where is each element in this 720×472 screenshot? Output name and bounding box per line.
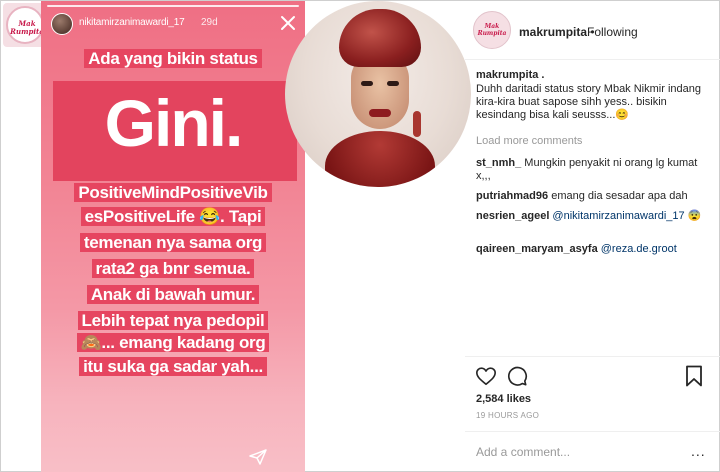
comment-mention[interactable]: @reza.de.groot	[598, 243, 677, 255]
photo-lips	[369, 109, 391, 117]
story-line-9: 🙈... emang kadang org	[41, 333, 305, 353]
comment-item: st_nmh_ Mungkin penyakit ni orang lg kum…	[476, 157, 712, 183]
send-icon[interactable]	[249, 449, 267, 465]
header-divider	[465, 59, 720, 60]
add-comment-input[interactable]: Add a comment...	[476, 445, 570, 459]
account-username-text[interactable]: makrumpita	[519, 25, 587, 39]
story-progress-bar	[47, 5, 299, 7]
caption-text: Duhh daritadi status story Mbak Nikmir i…	[476, 83, 701, 121]
close-icon[interactable]	[279, 14, 297, 32]
story-line-8: Lebih tepat nya pedopil	[41, 311, 305, 331]
story-line-10-text: itu suka ga sadar yah...	[79, 357, 267, 376]
comment-username[interactable]: qaireen_maryam_asyfa	[476, 243, 598, 255]
bookmark-icon[interactable]	[685, 365, 703, 387]
likes-count[interactable]: 2,584 likes	[476, 393, 531, 405]
comment-text: 😨	[684, 210, 702, 222]
heart-icon[interactable]	[475, 365, 497, 387]
load-more-comments[interactable]: Load more comments	[476, 135, 582, 147]
story-line-1-text: Ada yang bikin status	[84, 49, 262, 68]
story-line-4: esPositiveLife 😂. Tapi	[41, 207, 305, 227]
comment-username[interactable]: nesrien_ageel	[476, 210, 549, 222]
account-avatar[interactable]: Mak Rumpita	[473, 11, 511, 49]
logo-ring: Mak Rumpita	[6, 6, 44, 44]
photo-turban	[339, 9, 421, 67]
story-line-7-text: Anak di bawah umur.	[86, 285, 260, 304]
caption-username[interactable]: makrumpita .	[476, 69, 544, 81]
story-line-5: temenan nya sama org	[41, 233, 305, 253]
story-line-3-text: PositiveMindPositiveVib	[74, 183, 272, 202]
instagram-post-frame: Mak Rumpita nikitamirzanimawardi_17 29d …	[0, 0, 720, 472]
comment-username[interactable]: st_nmh_	[476, 157, 521, 169]
add-comment-divider	[465, 431, 720, 432]
comment-username[interactable]: putriahmad96	[476, 190, 548, 202]
post-photo[interactable]	[285, 1, 471, 187]
photo-shoulder	[325, 131, 435, 187]
story-line-2: Gini.	[104, 86, 244, 160]
avatar-logo-text: Mak Rumpita	[474, 23, 510, 37]
photo-eye-right	[387, 81, 399, 86]
following-button[interactable]: Following	[587, 25, 638, 39]
story-time: 29d	[201, 17, 218, 28]
comment-mention[interactable]: @nikitamirzanimawardi_17	[549, 210, 684, 222]
post-timestamp: 19 HOURS AGO	[476, 411, 540, 420]
comment-text: emang dia sesadar apa dah	[548, 190, 688, 202]
photo-earring	[413, 111, 421, 137]
story-line-4-text: esPositiveLife 😂. Tapi	[80, 207, 266, 226]
actions-divider	[465, 356, 720, 357]
comment-icon[interactable]	[506, 365, 528, 387]
avatar-logo-line-1: Mak	[484, 23, 500, 30]
story-avatar	[51, 13, 73, 35]
comment-item: nesrien_ageel @nikitamirzanimawardi_17 😨	[476, 210, 712, 223]
story-line-6-text: rata2 ga bnr semua.	[91, 259, 255, 278]
more-options-icon[interactable]: ...	[691, 443, 706, 459]
avatar-logo-line-2: Rumpita	[477, 30, 507, 37]
story-line-5-text: temenan nya sama org	[79, 233, 267, 252]
story-line-8-text: Lebih tepat nya pedopil	[77, 311, 269, 330]
story-line-7: Anak di bawah umur.	[41, 285, 305, 305]
photo-eye-left	[361, 81, 373, 86]
comment-item: putriahmad96 emang dia sesadar apa dah	[476, 190, 712, 203]
account-username[interactable]: makrumpita •	[519, 25, 595, 39]
story-line-1: Ada yang bikin status	[41, 49, 305, 69]
story-line-9-text: 🙈... emang kadang org	[76, 333, 270, 352]
story-line-3: PositiveMindPositiveVib	[41, 183, 305, 203]
story-line-6: rata2 ga bnr semua.	[41, 259, 305, 279]
story-screenshot: nikitamirzanimawardi_17 29d Ada yang bik…	[41, 1, 305, 472]
story-line-10: itu suka ga sadar yah...	[41, 357, 305, 377]
comment-item: qaireen_maryam_asyfa @reza.de.groot	[476, 243, 712, 256]
story-username: nikitamirzanimawardi_17	[79, 17, 185, 28]
